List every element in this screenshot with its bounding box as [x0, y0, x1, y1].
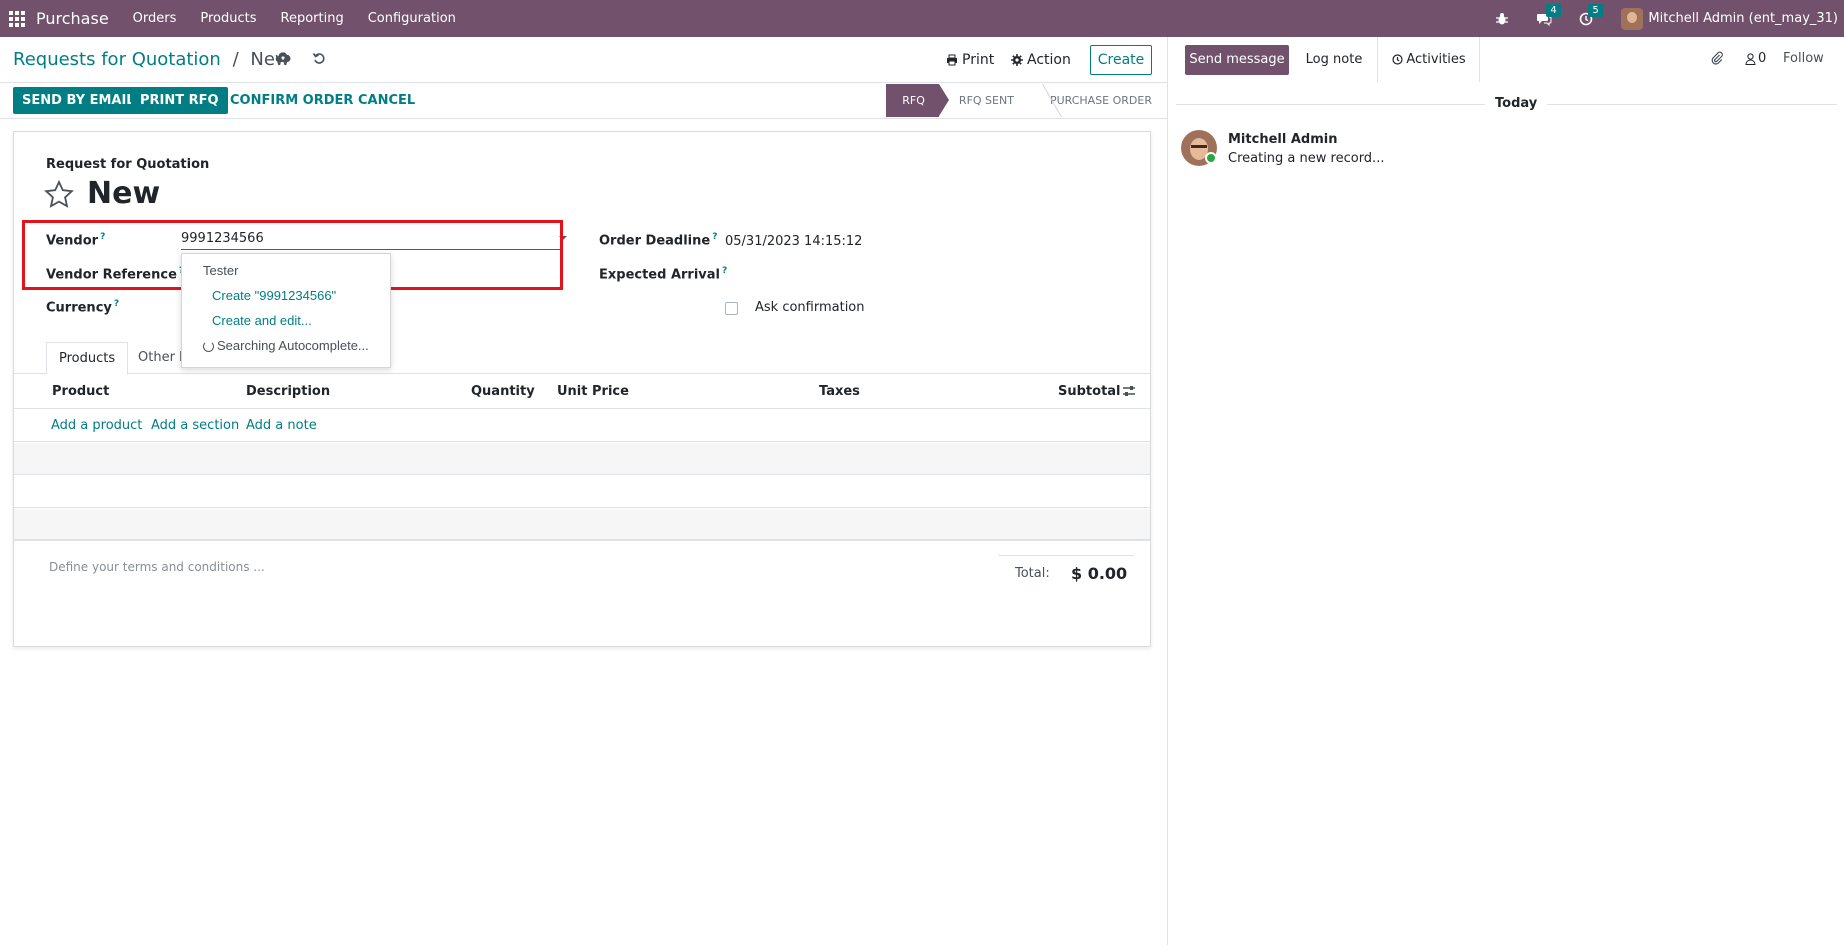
send-message-button[interactable]: Send message: [1185, 45, 1289, 75]
menu-reporting[interactable]: Reporting: [281, 11, 344, 26]
currency-label: Currency?: [46, 299, 119, 315]
cancel-button[interactable]: CANCEL: [358, 87, 415, 114]
stage-rfq-sent[interactable]: RFQ SENT: [939, 84, 1030, 117]
total-label: Total:: [1015, 566, 1050, 581]
total-value: $ 0.00: [1071, 564, 1128, 583]
terms-and-conditions-input[interactable]: Define your terms and conditions ...: [49, 560, 265, 574]
currency-label-text: Currency: [46, 300, 112, 316]
message-body: Creating a new record...: [1228, 151, 1385, 166]
column-unit-price[interactable]: Unit Price: [557, 384, 629, 399]
activities-clock-icon[interactable]: 5: [1577, 3, 1603, 28]
action-button[interactable]: Action: [1011, 52, 1071, 68]
expected-arrival-label: Expected Arrival?: [599, 266, 727, 282]
autocomplete-searching: Searching Autocomplete...: [182, 335, 390, 357]
breadcrumb-separator: /: [232, 49, 239, 70]
gear-icon: [1011, 54, 1023, 66]
paperclip-icon[interactable]: [1710, 51, 1724, 69]
form-sheet: Request for Quotation New Vendor? 999123…: [13, 131, 1151, 647]
action-label: Action: [1027, 52, 1071, 68]
column-subtotal[interactable]: Subtotal: [1058, 384, 1121, 399]
ask-confirmation-label: Ask confirmation: [755, 300, 865, 315]
menu-configuration[interactable]: Configuration: [368, 11, 456, 26]
add-note-link[interactable]: Add a note: [246, 418, 317, 433]
table-row: [14, 509, 1150, 541]
optional-columns-icon[interactable]: [1122, 385, 1136, 401]
column-taxes[interactable]: Taxes: [819, 384, 860, 399]
table-row: [14, 443, 1150, 475]
followers-button[interactable]: 0: [1745, 51, 1766, 66]
order-deadline-label: Order Deadline?: [599, 232, 717, 248]
order-deadline-label-text: Order Deadline: [599, 233, 711, 249]
menu-products[interactable]: Products: [200, 11, 256, 26]
page-title: New: [87, 176, 161, 211]
status-stages: RFQ RFQ SENT PURCHASE ORDER: [886, 84, 1168, 117]
chatter-panel: Send message Log note Activities 0 Follo…: [1167, 37, 1844, 945]
confirm-order-button[interactable]: CONFIRM ORDER: [230, 87, 353, 114]
ask-confirmation-checkbox[interactable]: [725, 302, 738, 315]
date-separator-label: Today: [1485, 96, 1548, 111]
user-icon: [1745, 52, 1756, 65]
menu-orders[interactable]: Orders: [133, 11, 177, 26]
table-row: Add a product Add a section Add a note: [14, 410, 1150, 442]
debug-bug-icon[interactable]: [1493, 10, 1511, 28]
activities-count-badge: 5: [1588, 3, 1603, 17]
avatar: [1621, 7, 1644, 30]
autocomplete-create-option[interactable]: Create "9991234566": [182, 285, 390, 307]
chatter-topbar: Send message Log note Activities 0 Follo…: [1168, 37, 1844, 82]
log-note-button[interactable]: Log note: [1291, 37, 1378, 82]
help-mark: ?: [113, 299, 120, 309]
user-name: Mitchell Admin (ent_may_31): [1648, 11, 1838, 26]
help-mark: ?: [722, 266, 728, 276]
stage-purchase-order[interactable]: PURCHASE ORDER: [1030, 84, 1168, 117]
help-mark: ?: [712, 232, 718, 242]
save-cloud-icon[interactable]: [275, 51, 291, 69]
top-navbar: Purchase Orders Products Reporting Confi…: [0, 0, 1844, 37]
followers-count: 0: [1758, 51, 1767, 66]
user-menu[interactable]: Mitchell Admin (ent_may_31): [1621, 7, 1838, 30]
message-author[interactable]: Mitchell Admin: [1228, 132, 1337, 147]
messages-icon[interactable]: 4: [1535, 3, 1561, 28]
breadcrumb-parent[interactable]: Requests for Quotation: [13, 49, 221, 70]
print-rfq-button[interactable]: PRINT RFQ: [131, 87, 228, 114]
statusbar: SEND BY EMAIL PRINT RFQ CONFIRM ORDER CA…: [0, 83, 1168, 119]
send-by-email-button[interactable]: SEND BY EMAIL: [13, 87, 144, 114]
autocomplete-option-tester[interactable]: Tester: [182, 260, 390, 282]
column-quantity[interactable]: Quantity: [471, 384, 535, 399]
add-product-link[interactable]: Add a product: [51, 418, 142, 433]
messages-count-badge: 4: [1546, 3, 1561, 17]
vendor-autocomplete-dropdown: Tester Create "9991234566" Create and ed…: [181, 253, 391, 368]
print-label: Print: [962, 52, 995, 68]
activities-button[interactable]: Activities: [1379, 37, 1480, 82]
order-deadline-field[interactable]: 05/31/2023 14:15:12: [725, 234, 862, 249]
column-description[interactable]: Description: [246, 384, 330, 399]
tab-products[interactable]: Products: [46, 342, 129, 375]
follow-button[interactable]: Follow: [1783, 51, 1824, 66]
spinner-icon: [203, 340, 214, 352]
add-section-link[interactable]: Add a section: [151, 418, 239, 433]
print-button[interactable]: Print: [946, 52, 994, 68]
table-row: [14, 476, 1150, 508]
activities-label: Activities: [1406, 52, 1466, 67]
control-panel: Requests for Quotation / New Print Actio…: [0, 37, 1168, 83]
create-button[interactable]: Create: [1090, 45, 1152, 75]
online-status-icon: [1205, 152, 1217, 164]
expected-arrival-label-text: Expected Arrival: [599, 267, 720, 283]
stage-rfq[interactable]: RFQ: [886, 84, 949, 117]
autocomplete-searching-text: Searching Autocomplete...: [217, 338, 369, 353]
clock-icon: [1392, 54, 1403, 65]
form-subtitle: Request for Quotation: [46, 157, 210, 172]
total-divider: [998, 555, 1134, 556]
app-brand[interactable]: Purchase: [36, 9, 109, 28]
autocomplete-create-edit-option[interactable]: Create and edit...: [182, 310, 390, 332]
star-icon[interactable]: [44, 179, 74, 212]
column-product[interactable]: Product: [52, 384, 109, 399]
breadcrumb: Requests for Quotation / New: [13, 49, 290, 70]
apps-menu-icon[interactable]: [9, 10, 25, 27]
print-icon: [947, 54, 957, 66]
discard-undo-icon[interactable]: [312, 51, 326, 69]
order-lines-header: Product Description Quantity Unit Price …: [14, 375, 1150, 409]
